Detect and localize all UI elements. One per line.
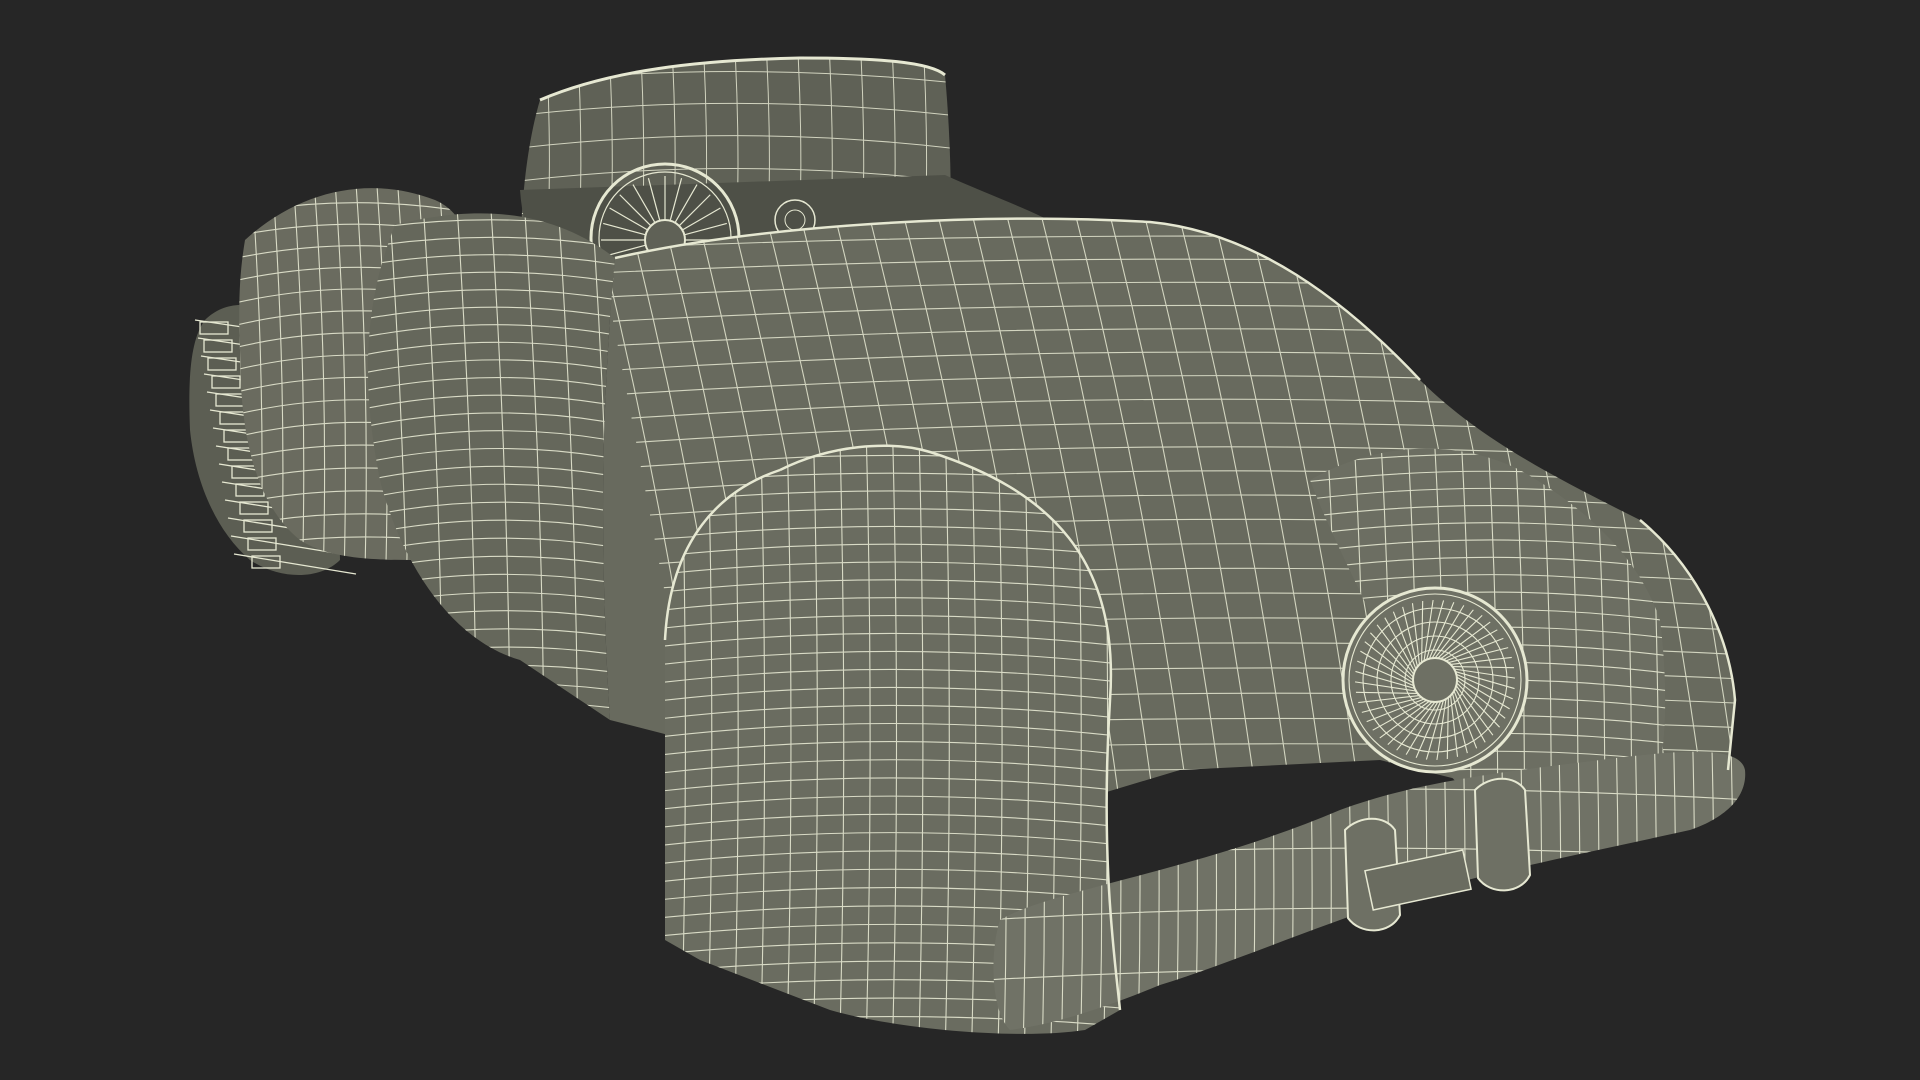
- headlight-grille-icon: [1341, 586, 1529, 774]
- wireframe-car-model: [0, 0, 1920, 1080]
- viewport: [0, 0, 1920, 1080]
